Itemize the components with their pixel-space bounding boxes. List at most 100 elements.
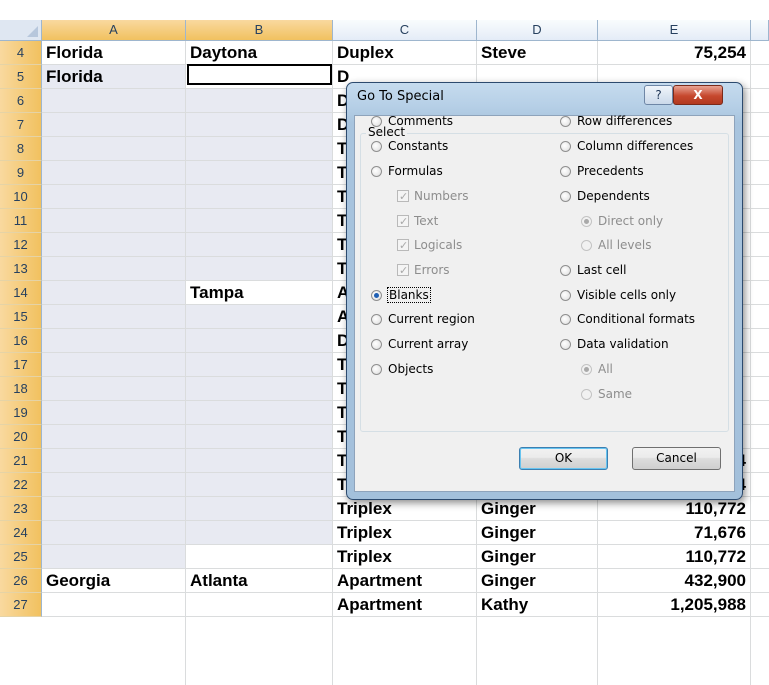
cell-e25[interactable]: 110,772 [598, 545, 750, 569]
checkbox-icon [397, 236, 409, 256]
radio-icon[interactable] [371, 364, 382, 375]
option-blanks[interactable]: Blanks [371, 285, 431, 305]
radio-icon[interactable] [371, 166, 382, 177]
cell-a26[interactable]: Georgia [42, 569, 185, 593]
row-header-5[interactable]: 5 [0, 65, 42, 89]
selected-range-2 [186, 305, 333, 545]
cell-d27[interactable]: Kathy [477, 593, 597, 617]
row-header-20[interactable]: 20 [0, 425, 42, 449]
cancel-button[interactable]: Cancel [632, 447, 721, 470]
cell-b26[interactable]: Atlanta [186, 569, 332, 593]
cell-d4[interactable]: Steve [477, 41, 597, 65]
option-row-differences[interactable]: Row differences [560, 111, 672, 131]
option-conditional-formats[interactable]: Conditional formats [560, 309, 695, 329]
cell-e26[interactable]: 432,900 [598, 569, 750, 593]
cell-d23[interactable]: Ginger [477, 497, 597, 521]
row-header-19[interactable]: 19 [0, 401, 42, 425]
radio-icon[interactable] [371, 116, 382, 127]
row-header-7[interactable]: 7 [0, 113, 42, 137]
cell-c24[interactable]: Triplex [333, 521, 476, 545]
cell-c23[interactable]: Triplex [333, 497, 476, 521]
close-button[interactable]: X [673, 85, 723, 105]
option-objects[interactable]: Objects [371, 359, 433, 379]
active-cell-b5[interactable] [187, 64, 332, 85]
cell-b4[interactable]: Daytona [186, 41, 332, 65]
close-icon: X [693, 88, 703, 102]
row-header-27[interactable]: 27 [0, 593, 42, 617]
row-header-11[interactable]: 11 [0, 209, 42, 233]
cell-e27[interactable]: 1,205,988 [598, 593, 750, 617]
row-header-24[interactable]: 24 [0, 521, 42, 545]
cell-a5[interactable]: Florida [42, 65, 185, 89]
row-header-17[interactable]: 17 [0, 353, 42, 377]
column-header-overflow [751, 20, 769, 41]
cell-c4[interactable]: Duplex [333, 41, 476, 65]
option-current-region[interactable]: Current region [371, 309, 475, 329]
radio-icon[interactable] [560, 290, 571, 301]
option-all-levels: All levels [581, 235, 651, 255]
radio-icon[interactable] [371, 314, 382, 325]
row-header-6[interactable]: 6 [0, 89, 42, 113]
cell-b14[interactable]: Tampa [186, 281, 332, 305]
radio-icon[interactable] [371, 141, 382, 152]
row-header-8[interactable]: 8 [0, 137, 42, 161]
radio-icon[interactable] [371, 290, 382, 301]
row-header-18[interactable]: 18 [0, 377, 42, 401]
cell-e4[interactable]: 75,254 [598, 41, 750, 65]
radio-icon[interactable] [560, 265, 571, 276]
radio-icon[interactable] [560, 116, 571, 127]
option-column-differences[interactable]: Column differences [560, 136, 693, 156]
column-header-d[interactable]: D [477, 20, 598, 41]
row-header-23[interactable]: 23 [0, 497, 42, 521]
cell-d26[interactable]: Ginger [477, 569, 597, 593]
option-formulas[interactable]: Formulas [371, 161, 443, 181]
cell-a4[interactable]: Florida [42, 41, 185, 65]
option-comments[interactable]: Comments [371, 111, 453, 131]
row-header-26[interactable]: 26 [0, 569, 42, 593]
row-header-25[interactable]: 25 [0, 545, 42, 569]
row-header-21[interactable]: 21 [0, 449, 42, 473]
row-header-10[interactable]: 10 [0, 185, 42, 209]
row-header-22[interactable]: 22 [0, 473, 42, 497]
option-label: Formulas [388, 164, 443, 178]
radio-icon[interactable] [371, 339, 382, 350]
row-header-9[interactable]: 9 [0, 161, 42, 185]
option-data-validation[interactable]: Data validation [560, 334, 669, 354]
cell-c26[interactable]: Apartment [333, 569, 476, 593]
option-label: Same [598, 387, 633, 401]
cell-c25[interactable]: Triplex [333, 545, 476, 569]
option-current-array[interactable]: Current array [371, 334, 468, 354]
column-header-b[interactable]: B [186, 20, 333, 41]
ok-button[interactable]: OK [519, 447, 608, 470]
help-button[interactable]: ? [644, 85, 673, 105]
radio-icon[interactable] [560, 339, 571, 350]
cell-d25[interactable]: Ginger [477, 545, 597, 569]
option-precedents[interactable]: Precedents [560, 161, 644, 181]
radio-icon[interactable] [560, 141, 571, 152]
row-header-12[interactable]: 12 [0, 233, 42, 257]
radio-icon[interactable] [560, 191, 571, 202]
sheet-top-strip [0, 0, 769, 20]
cell-d24[interactable]: Ginger [477, 521, 597, 545]
cell-e24[interactable]: 71,676 [598, 521, 750, 545]
row-header-4[interactable]: 4 [0, 41, 42, 65]
option-last-cell[interactable]: Last cell [560, 260, 626, 280]
option-label: Direct only [598, 214, 664, 228]
select-all-corner[interactable] [0, 20, 42, 41]
radio-icon[interactable] [560, 314, 571, 325]
column-header-c[interactable]: C [333, 20, 477, 41]
row-header-16[interactable]: 16 [0, 329, 42, 353]
row-header-14[interactable]: 14 [0, 281, 42, 305]
row-header-13[interactable]: 13 [0, 257, 42, 281]
column-header-e[interactable]: E [598, 20, 751, 41]
option-visible-cells-only[interactable]: Visible cells only [560, 285, 676, 305]
row-header-15[interactable]: 15 [0, 305, 42, 329]
option-constants[interactable]: Constants [371, 136, 448, 156]
radio-icon[interactable] [560, 166, 571, 177]
cell-c27[interactable]: Apartment [333, 593, 476, 617]
column-header-a[interactable]: A [42, 20, 186, 41]
option-dependents[interactable]: Dependents [560, 186, 650, 206]
cell-e23[interactable]: 110,772 [598, 497, 750, 521]
radio-icon [581, 240, 592, 251]
checkbox-icon [397, 261, 409, 281]
